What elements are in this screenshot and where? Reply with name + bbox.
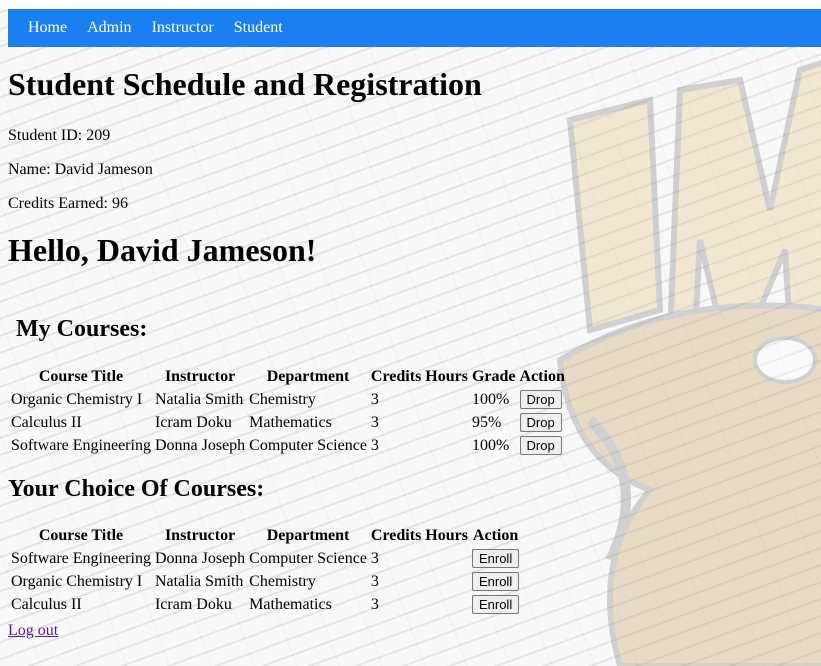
- col-instructor: Instructor: [164, 527, 236, 544]
- course-title: Organic Chemistry I: [11, 390, 143, 408]
- course-department: Chemistry: [249, 572, 316, 590]
- nav-admin-link[interactable]: Admin: [87, 19, 131, 37]
- col-credit-hours: Credits Hours: [370, 368, 468, 385]
- table-row: Software Engineering Donna Joseph Comput…: [10, 548, 520, 569]
- course-instructor: Natalia Smith: [154, 390, 244, 408]
- page-title: Student Schedule and Registration: [8, 66, 482, 102]
- action-cell: Drop: [519, 435, 566, 456]
- course-credits: 3: [370, 595, 379, 613]
- drop-button[interactable]: Drop: [519, 436, 562, 455]
- col-instructor: Instructor: [164, 368, 236, 385]
- student-name: Name: David Jameson: [8, 161, 153, 178]
- choice-courses-table: Course Title Instructor Department Credi…: [8, 524, 522, 617]
- course-grade: 95%: [471, 413, 502, 431]
- table-row: Software Engineering Donna Joseph Comput…: [10, 435, 566, 456]
- col-course-title: Course Title: [38, 368, 124, 385]
- course-instructor: Natalia Smith: [154, 572, 244, 590]
- col-grade: Grade: [471, 368, 516, 385]
- col-credit-hours: Credits Hours: [370, 527, 468, 544]
- col-department: Department: [266, 527, 350, 544]
- mascot-logo-watermark: [556, 60, 821, 666]
- drop-button[interactable]: Drop: [519, 390, 562, 409]
- my-courses-heading: My Courses:: [16, 316, 148, 342]
- drop-button[interactable]: Drop: [519, 413, 562, 432]
- action-cell: Enroll: [471, 548, 520, 569]
- course-title: Organic Chemistry I: [11, 572, 143, 590]
- greeting-heading: Hello, David Jameson!: [8, 232, 317, 268]
- table-row: Organic Chemistry I Natalia Smith Chemis…: [10, 571, 520, 592]
- course-department: Computer Science: [249, 436, 367, 454]
- table-row: Calculus II Icram Doku Mathematics 3 Enr…: [10, 594, 520, 615]
- course-credits: 3: [370, 572, 379, 590]
- enroll-button[interactable]: Enroll: [471, 572, 520, 591]
- table-header-row: Course Title Instructor Department Credi…: [10, 526, 520, 546]
- nav-instructor-link[interactable]: Instructor: [152, 19, 214, 37]
- course-credits: 3: [370, 390, 379, 408]
- enroll-button[interactable]: Enroll: [471, 595, 520, 614]
- course-credits: 3: [370, 413, 379, 431]
- col-department: Department: [266, 368, 350, 385]
- choice-courses-heading: Your Choice Of Courses:: [8, 476, 265, 502]
- action-cell: Enroll: [471, 594, 520, 615]
- course-department: Computer Science: [249, 549, 367, 567]
- course-department: Chemistry: [249, 390, 316, 408]
- course-instructor: Donna Joseph: [154, 436, 246, 454]
- course-instructor: Icram Doku: [154, 413, 232, 431]
- col-action: Action: [519, 368, 565, 385]
- col-action: Action: [472, 527, 519, 544]
- credits-earned: Credits Earned: 96: [8, 195, 128, 212]
- col-course-title: Course Title: [38, 527, 124, 544]
- course-grade: 100%: [471, 436, 510, 454]
- table-row: Calculus II Icram Doku Mathematics 3 95%…: [10, 412, 566, 433]
- top-navbar: Home Admin Instructor Student: [8, 9, 821, 47]
- table-row: Organic Chemistry I Natalia Smith Chemis…: [10, 389, 566, 410]
- course-title: Calculus II: [11, 595, 82, 613]
- action-cell: Enroll: [471, 571, 520, 592]
- course-title: Calculus II: [11, 413, 82, 431]
- my-courses-table: Course Title Instructor Department Credi…: [8, 365, 568, 458]
- action-cell: Drop: [519, 389, 566, 410]
- course-title: Software Engineering: [11, 436, 151, 454]
- nav-home-link[interactable]: Home: [28, 19, 67, 37]
- course-department: Mathematics: [249, 413, 332, 431]
- course-department: Mathematics: [249, 595, 332, 613]
- table-header-row: Course Title Instructor Department Credi…: [10, 367, 566, 387]
- course-title: Software Engineering: [11, 549, 151, 567]
- top-border: [0, 0, 821, 9]
- nav-student-link[interactable]: Student: [234, 19, 283, 37]
- course-credits: 3: [370, 436, 379, 454]
- student-id: Student ID: 209: [8, 127, 111, 144]
- course-instructor: Donna Joseph: [154, 549, 246, 567]
- course-instructor: Icram Doku: [154, 595, 232, 613]
- logout-link[interactable]: Log out: [8, 622, 58, 640]
- course-grade: 100%: [471, 390, 510, 408]
- course-credits: 3: [370, 549, 379, 567]
- enroll-button[interactable]: Enroll: [471, 549, 520, 568]
- action-cell: Drop: [519, 412, 566, 433]
